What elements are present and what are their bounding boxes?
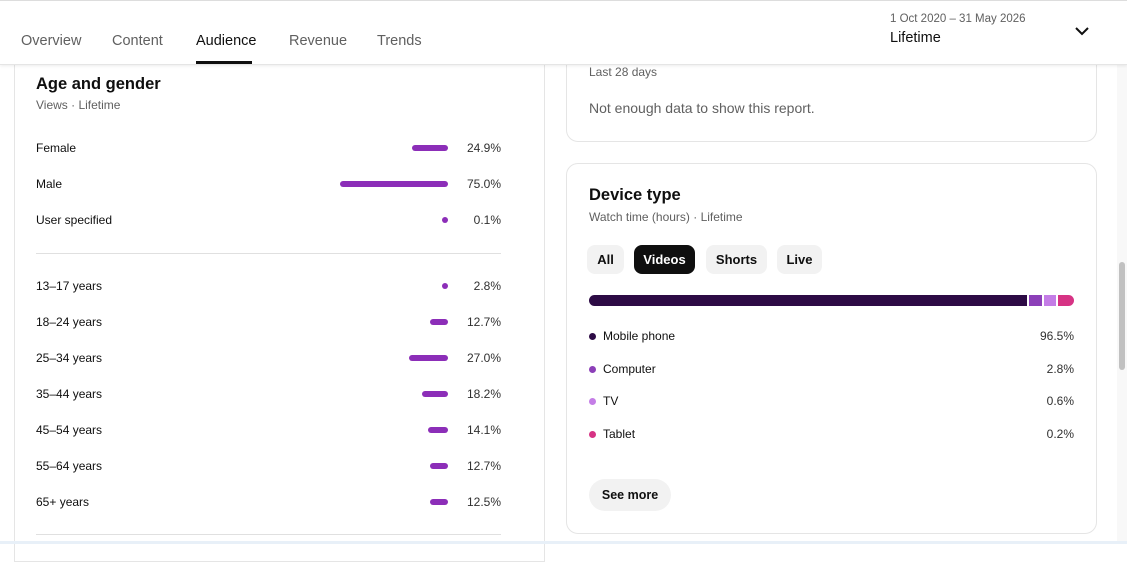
row-percentage: 24.9% bbox=[466, 141, 501, 155]
tab-audience[interactable]: Audience bbox=[196, 33, 256, 49]
top-border bbox=[0, 0, 1127, 1]
date-range[interactable]: 1 Oct 2020 – 31 May 2026 bbox=[890, 13, 1026, 25]
row-label: 65+ years bbox=[36, 495, 90, 509]
row-label: 45–54 years bbox=[36, 423, 103, 437]
device-stacked-bar bbox=[589, 295, 1074, 306]
chip-live[interactable]: Live bbox=[777, 245, 822, 274]
age-row: 55–64 years 12.7% bbox=[36, 457, 501, 477]
tab-overview[interactable]: Overview bbox=[21, 33, 81, 49]
row-percentage: 75.0% bbox=[466, 177, 501, 191]
age-gender-title: Age and gender bbox=[36, 75, 161, 93]
tab-content[interactable]: Content bbox=[112, 33, 163, 49]
chip-videos[interactable]: Videos bbox=[634, 245, 695, 274]
row-percentage: 12.7% bbox=[466, 315, 501, 329]
device-bar-segment bbox=[1026, 295, 1043, 306]
chip-shorts[interactable]: Shorts bbox=[706, 245, 767, 274]
percentage-bar bbox=[427, 427, 448, 433]
active-tab-indicator bbox=[196, 61, 252, 64]
percentage-bar bbox=[429, 319, 448, 325]
age-row: 45–54 years 14.1% bbox=[36, 421, 501, 441]
legend-dot-icon bbox=[589, 333, 596, 340]
percentage-bar bbox=[429, 463, 448, 469]
legend-dot-icon bbox=[589, 365, 596, 373]
gender-row: User specified 0.1% bbox=[36, 211, 501, 231]
row-label: User specified bbox=[36, 213, 113, 227]
row-percentage: 0.1% bbox=[473, 213, 501, 227]
divider bbox=[36, 534, 501, 535]
age-gender-card bbox=[14, 40, 545, 562]
chevron-down-icon[interactable] bbox=[1072, 24, 1092, 40]
row-label: Male bbox=[36, 177, 63, 191]
age-row: 13–17 years 2.8% bbox=[36, 277, 501, 297]
age-row: 25–34 years 27.0% bbox=[36, 349, 501, 369]
date-period-label[interactable]: Lifetime bbox=[890, 30, 941, 46]
device-name: Computer bbox=[603, 361, 656, 376]
device-bar-segment bbox=[1056, 295, 1074, 306]
row-percentage: 27.0% bbox=[466, 351, 501, 365]
legend-dot-icon bbox=[589, 430, 596, 438]
row-label: 55–64 years bbox=[36, 459, 103, 473]
row-percentage: 12.7% bbox=[466, 459, 501, 473]
legend-dot-icon bbox=[589, 398, 596, 405]
device-legend-row: Mobile phone 96.5% bbox=[589, 327, 1074, 347]
device-percentage: 0.6% bbox=[1046, 394, 1074, 408]
device-type-title: Device type bbox=[589, 186, 681, 204]
no-data-message: Not enough data to show this report. bbox=[589, 100, 815, 116]
device-bar-segment bbox=[1042, 295, 1057, 306]
report-period: Last 28 days bbox=[589, 65, 658, 79]
row-percentage: 12.5% bbox=[466, 495, 501, 509]
device-legend-row: TV 0.6% bbox=[589, 392, 1074, 412]
row-percentage: 18.2% bbox=[466, 387, 501, 401]
age-row: 65+ years 12.5% bbox=[36, 493, 501, 513]
percentage-bar bbox=[430, 499, 448, 505]
scrollbar-thumb[interactable] bbox=[1119, 262, 1125, 370]
device-legend-row: Tablet 0.2% bbox=[589, 425, 1074, 445]
age-row: 18–24 years 12.7% bbox=[36, 313, 501, 333]
percentage-bar bbox=[340, 181, 448, 187]
divider bbox=[36, 253, 501, 254]
row-percentage: 2.8% bbox=[473, 279, 501, 293]
percentage-bar bbox=[442, 283, 448, 289]
device-percentage: 2.8% bbox=[1046, 361, 1074, 376]
device-bar-segment bbox=[589, 295, 1027, 306]
tab-trends[interactable]: Trends bbox=[377, 33, 422, 49]
device-legend-row: Computer 2.8% bbox=[589, 360, 1074, 380]
gender-row: Male 75.0% bbox=[36, 175, 501, 195]
tab-revenue[interactable]: Revenue bbox=[289, 33, 347, 49]
row-label: 35–44 years bbox=[36, 387, 103, 401]
percentage-bar bbox=[409, 355, 448, 361]
device-type-subtitle: Watch time (hours) · Lifetime bbox=[589, 210, 743, 224]
device-percentage: 0.2% bbox=[1046, 426, 1074, 441]
age-row: 35–44 years 18.2% bbox=[36, 385, 501, 405]
see-more-button[interactable]: See more bbox=[589, 479, 671, 511]
percentage-bar bbox=[421, 391, 448, 397]
row-percentage: 14.1% bbox=[466, 423, 501, 437]
device-name: Tablet bbox=[603, 426, 636, 441]
row-label: 25–34 years bbox=[36, 351, 103, 365]
row-label: 13–17 years bbox=[36, 279, 103, 293]
row-label: 18–24 years bbox=[36, 315, 103, 329]
age-gender-subtitle: Views · Lifetime bbox=[36, 98, 121, 112]
device-percentage: 96.5% bbox=[1039, 329, 1074, 343]
chip-all[interactable]: All bbox=[587, 245, 624, 274]
percentage-bar bbox=[442, 217, 448, 223]
gender-row: Female 24.9% bbox=[36, 139, 501, 159]
device-name: Mobile phone bbox=[603, 329, 676, 343]
percentage-bar bbox=[412, 145, 448, 151]
row-label: Female bbox=[36, 141, 77, 155]
top-navigation-bar: Overview Content Audience Revenue Trends… bbox=[0, 0, 1127, 65]
device-name: TV bbox=[603, 394, 619, 408]
